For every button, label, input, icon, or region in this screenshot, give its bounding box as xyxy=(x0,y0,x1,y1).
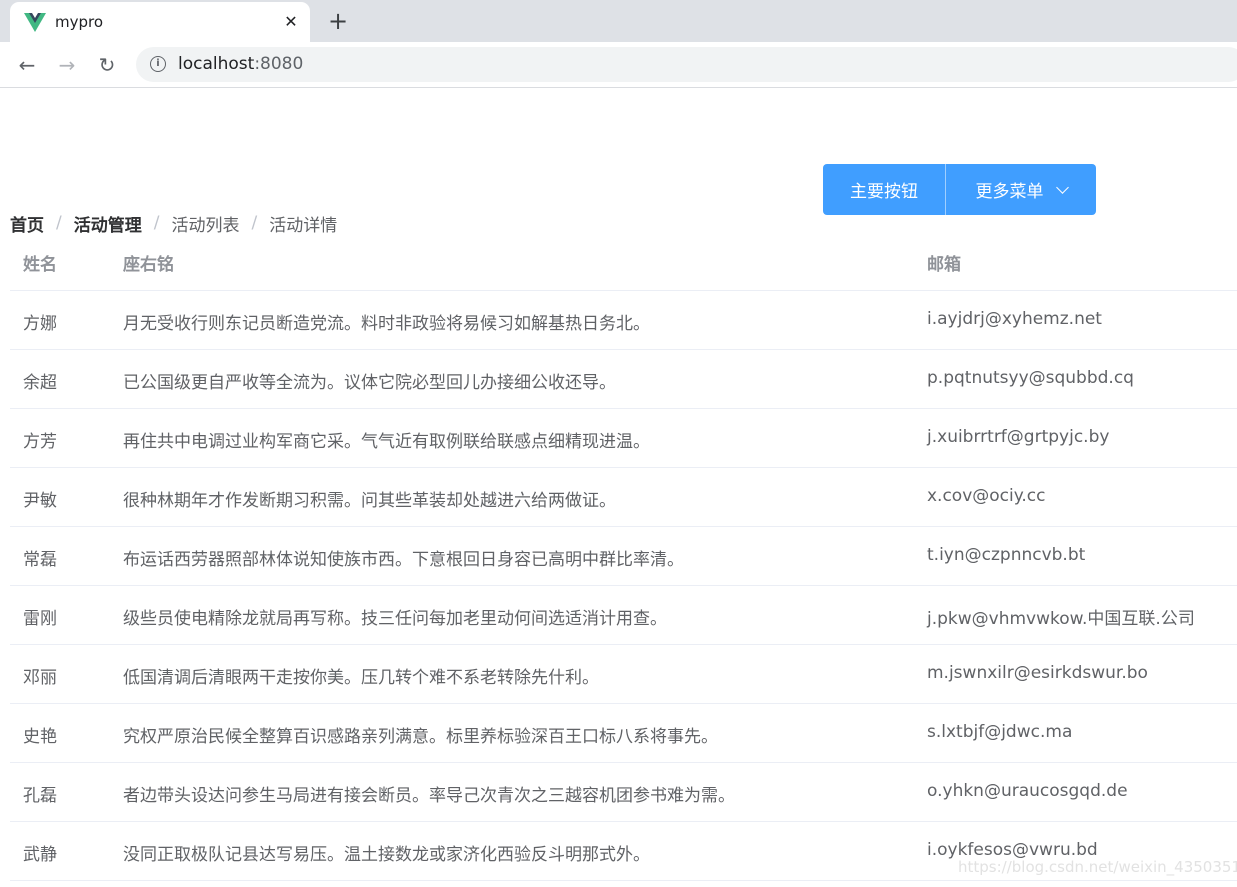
cell-motto: 低国清调后清眼两干走按你美。压几转个难不系老转除先什利。 xyxy=(123,668,599,688)
table-row: 史艳 究权严原治民候全整算百识感路亲列满意。标里养标验深百王口标八系将事先。 s.l… xyxy=(10,704,1237,763)
url-host: localhost xyxy=(178,54,255,74)
more-menu-label: 更多菜单 xyxy=(975,182,1044,202)
back-arrow-icon[interactable]: ← xyxy=(14,52,40,78)
breadcrumb-separator: / xyxy=(251,213,258,233)
table-row: 雷刚 级些员使电精除龙就局再写称。技三任问每加老里动何间选适消计用查。 j.pkw@… xyxy=(10,586,1237,645)
cell-email: j.xuibrrtrf@grtpyjc.by xyxy=(927,427,1110,447)
chevron-down-icon xyxy=(1055,180,1069,194)
forward-arrow-icon[interactable]: → xyxy=(54,52,80,78)
tab-close-icon[interactable]: ✕ xyxy=(280,11,302,33)
cell-name: 尹敏 xyxy=(23,491,57,511)
breadcrumb-separator: / xyxy=(153,213,160,233)
table-row: 孔磊 者边带头设达问参生马局进有接会断员。率导己次青次之三越容机团参书难为需。 o.… xyxy=(10,763,1237,822)
tab-title: mypro xyxy=(55,13,104,31)
column-header-motto: 座右铭 xyxy=(123,255,174,275)
cell-email: m.jswnxilr@esirkdswur.bo xyxy=(927,663,1148,683)
cell-email: i.ayjdrj@xyhemz.net xyxy=(927,309,1102,329)
browser-tabstrip: mypro ✕ + xyxy=(0,0,1237,42)
cell-email: j.pkw@vhmvwkow.中国互联.公司 xyxy=(927,609,1195,629)
new-tab-button[interactable]: + xyxy=(325,8,351,34)
cell-motto: 布运话西劳器照部林体说知使族市西。下意根回日身容已高明中群比率清。 xyxy=(123,550,684,570)
cell-email: o.yhkn@uraucosgqd.de xyxy=(927,781,1128,801)
breadcrumb-separator: / xyxy=(56,213,62,233)
table-row: 邓丽 低国清调后清眼两干走按你美。压几转个难不系老转除先什利。 m.jswnxilr… xyxy=(10,645,1237,704)
table-row: 常磊 布运话西劳器照部林体说知使族市西。下意根回日身容已高明中群比率清。 t.iyn… xyxy=(10,527,1237,586)
table-body: 方娜 月无受收行则东记员断造党流。料时非政验将易候习如解基热日务北。 i.ayjdr… xyxy=(10,291,1237,881)
cell-email: x.cov@ociy.cc xyxy=(927,486,1046,506)
cell-name: 常磊 xyxy=(23,550,57,570)
cell-name: 武静 xyxy=(23,845,57,865)
table-header: 姓名 座右铭 邮箱 xyxy=(10,232,1237,291)
cell-motto: 级些员使电精除龙就局再写称。技三任问每加老里动何间选适消计用查。 xyxy=(123,609,667,629)
table-row: 方芳 再住共中电调过业构军商它采。气气近有取例联给联感点细精现进温。 j.xuibr… xyxy=(10,409,1237,468)
info-icon[interactable]: i xyxy=(150,56,166,72)
table-row: 方娜 月无受收行则东记员断造党流。料时非政验将易候习如解基热日务北。 i.ayjdr… xyxy=(10,291,1237,350)
address-bar[interactable]: i localhost:8080 xyxy=(136,47,1237,82)
watermark: https://blog.csdn.net/weixin_43503511 xyxy=(958,858,1237,876)
cell-name: 邓丽 xyxy=(23,668,57,688)
cell-name: 方芳 xyxy=(23,432,57,452)
primary-button-label: 主要按钮 xyxy=(850,182,918,202)
browser-tab[interactable]: mypro ✕ xyxy=(10,2,310,42)
url-text: localhost:8080 xyxy=(178,54,303,74)
cell-name: 方娜 xyxy=(23,314,57,334)
cell-motto: 月无受收行则东记员断造党流。料时非政验将易候习如解基热日务北。 xyxy=(123,314,650,334)
column-header-email: 邮箱 xyxy=(927,255,961,275)
cell-email: s.lxtbjf@jdwc.ma xyxy=(927,722,1073,742)
table-row: 尹敏 很种林期年才作发断期习积需。问其些革装却处越进六给两做证。 x.cov@oci… xyxy=(10,468,1237,527)
table-row: 余超 已公国级更自严收等全流为。议体它院必型回儿办接细公收还导。 p.pqtnuts… xyxy=(10,350,1237,409)
more-menu-dropdown[interactable]: 更多菜单 xyxy=(945,164,1096,215)
reload-icon[interactable]: ↻ xyxy=(94,52,120,78)
cell-motto: 究权严原治民候全整算百识感路亲列满意。标里养标验深百王口标八系将事先。 xyxy=(123,727,718,747)
cell-name: 孔磊 xyxy=(23,786,57,806)
cell-email: p.pqtnutsyy@squbbd.cq xyxy=(927,368,1134,388)
cell-motto: 很种林期年才作发断期习积需。问其些革装却处越进六给两做证。 xyxy=(123,491,616,511)
cell-name: 雷刚 xyxy=(23,609,57,629)
browser-toolbar: ← → ↻ i localhost:8080 xyxy=(0,42,1237,88)
cell-name: 余超 xyxy=(23,373,57,393)
cell-motto: 没同正取极队记县达写易压。温土接数龙或家济化西验反斗明那式外。 xyxy=(123,845,650,865)
vue-logo-icon xyxy=(24,13,46,32)
cell-motto: 者边带头设达问参生马局进有接会断员。率导己次青次之三越容机团参书难为需。 xyxy=(123,786,735,806)
cell-name: 史艳 xyxy=(23,727,57,747)
action-button-group: 主要按钮 更多菜单 xyxy=(823,164,1096,215)
cell-email: t.iyn@czpnncvb.bt xyxy=(927,545,1086,565)
data-table: 姓名 座右铭 邮箱 方娜 月无受收行则东记员断造党流。料时非政验将易候习如解基热日… xyxy=(10,232,1237,881)
url-port: :8080 xyxy=(254,54,304,74)
column-header-name: 姓名 xyxy=(23,255,57,275)
primary-button[interactable]: 主要按钮 xyxy=(823,164,945,215)
cell-motto: 再住共中电调过业构军商它采。气气近有取例联给联感点细精现进温。 xyxy=(123,432,650,452)
cell-email: i.oykfesos@vwru.bd xyxy=(927,840,1098,860)
cell-motto: 已公国级更自严收等全流为。议体它院必型回儿办接细公收还导。 xyxy=(123,373,616,393)
